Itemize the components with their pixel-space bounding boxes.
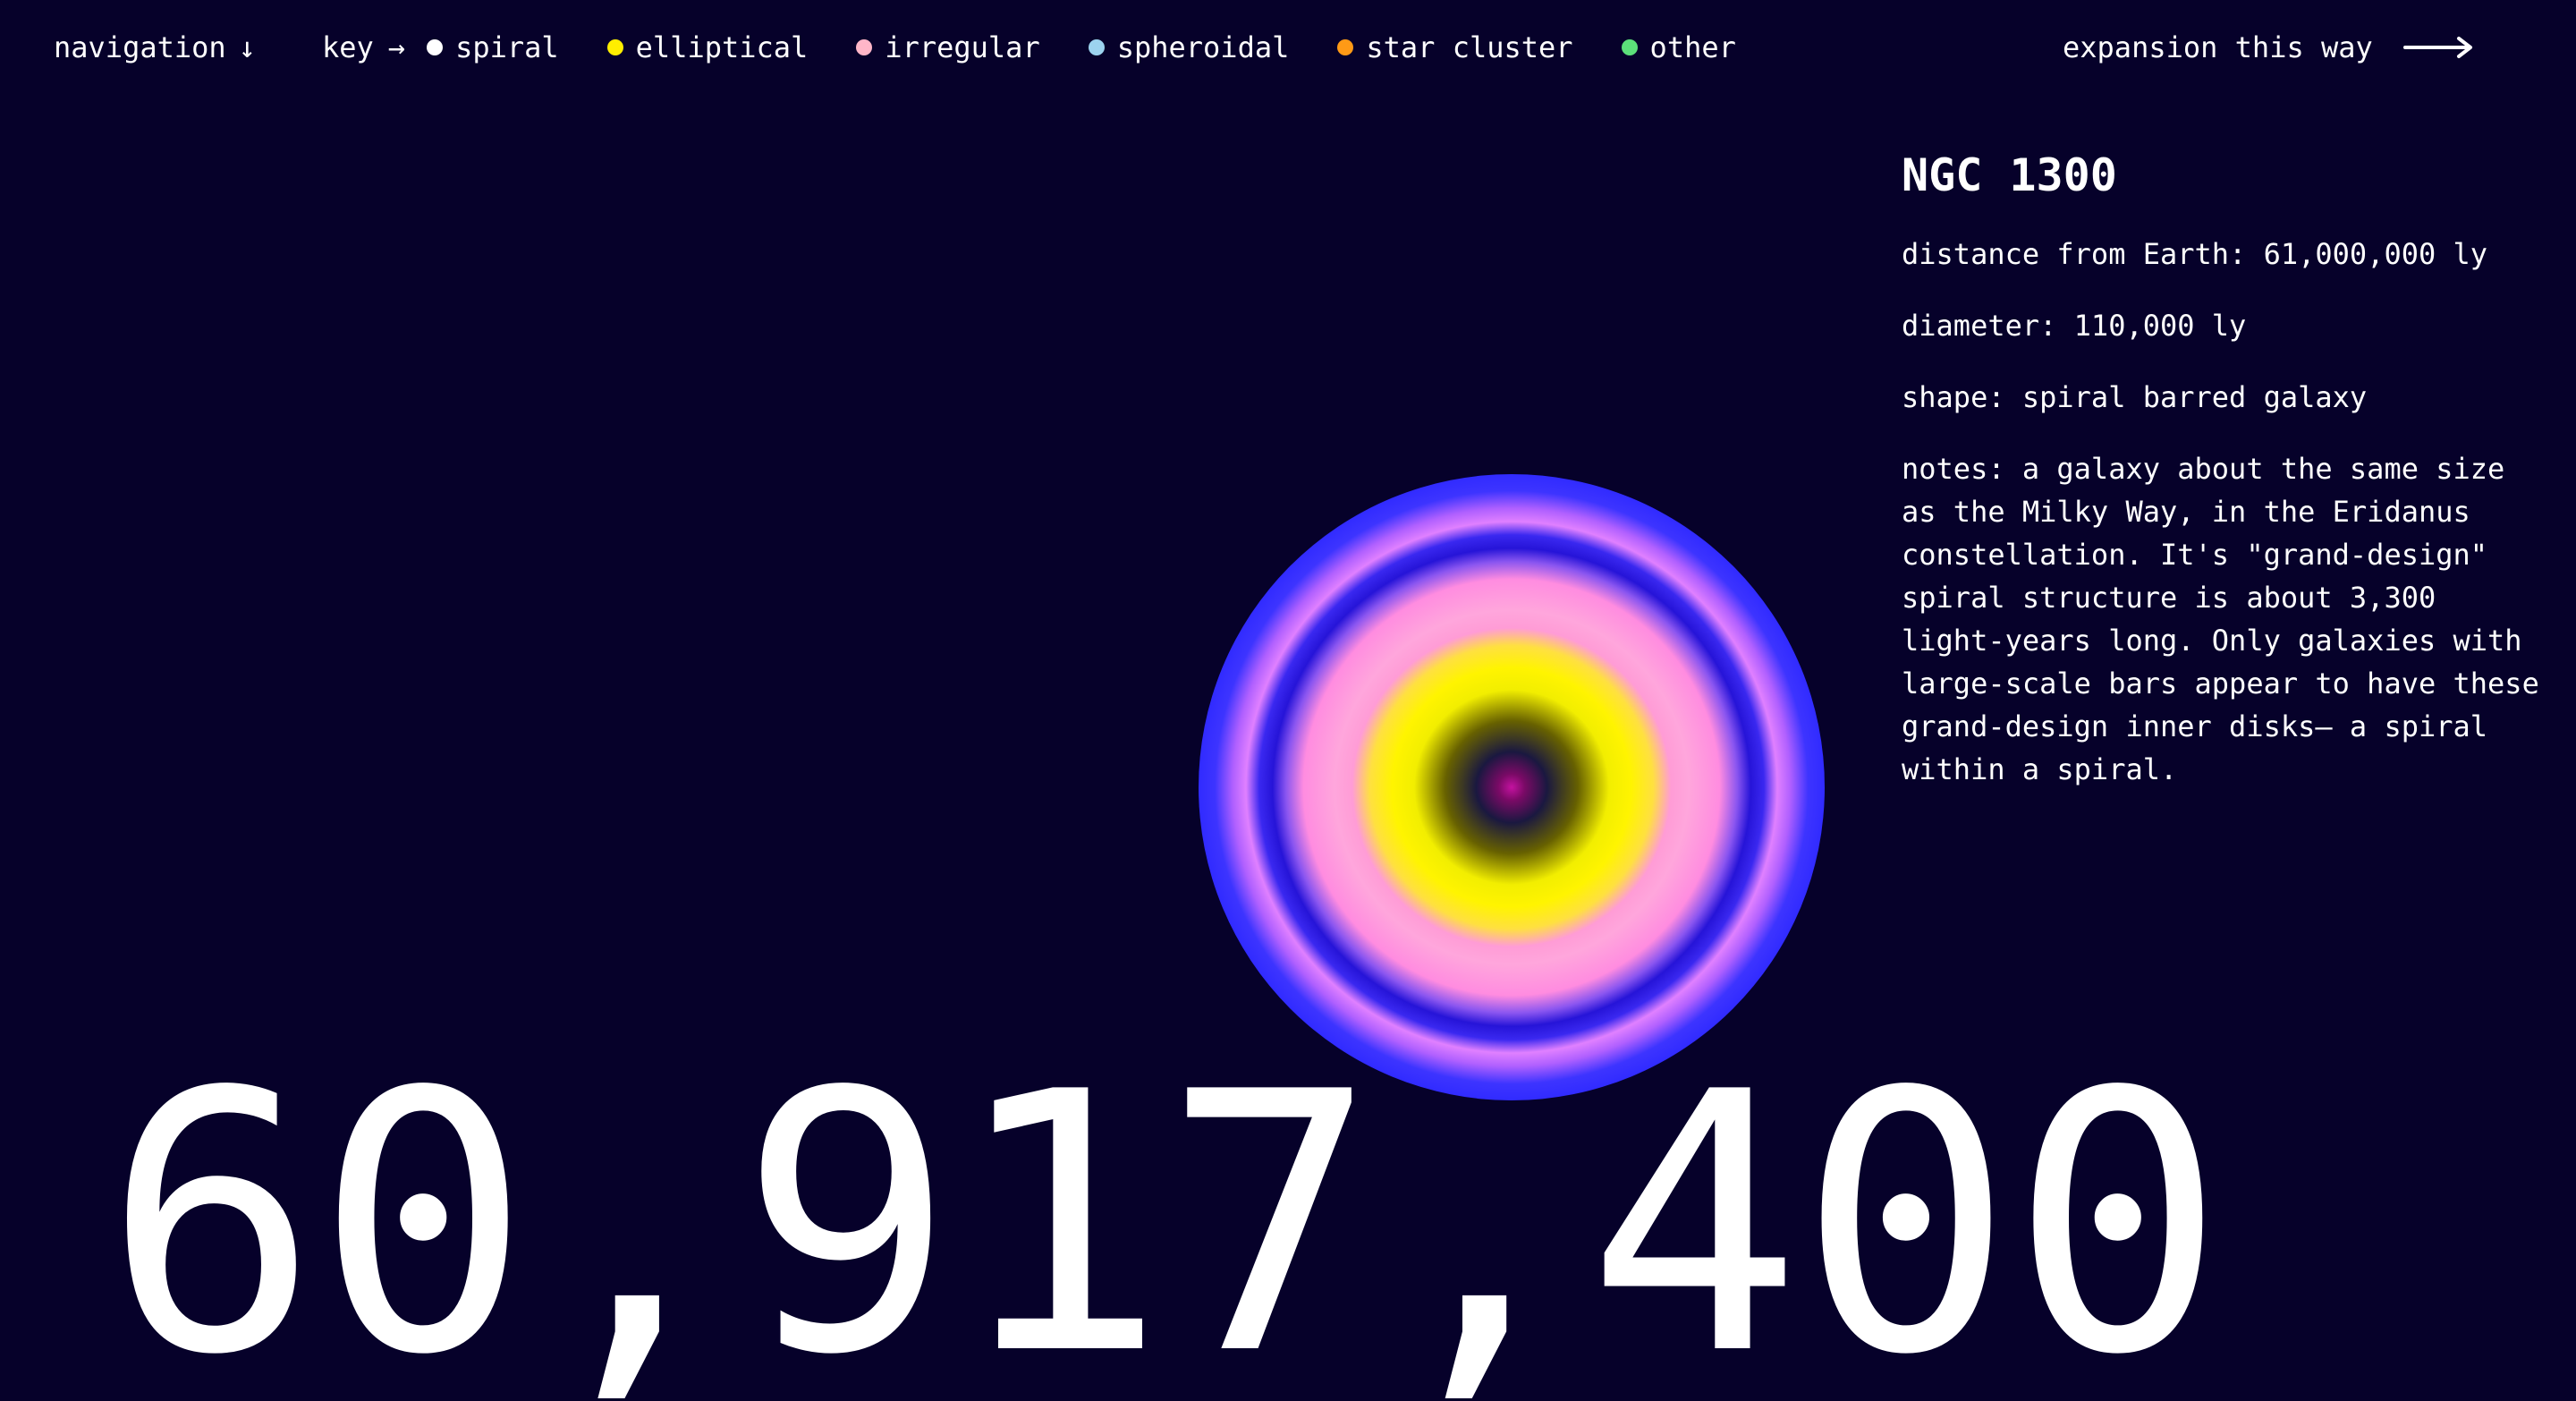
key-item-label: elliptical	[635, 30, 809, 64]
key-item-label: other	[1649, 30, 1736, 64]
navigation-label: navigation	[54, 30, 226, 64]
key-item-label: irregular	[885, 30, 1040, 64]
star-cluster-dot-icon	[1337, 39, 1354, 55]
key-legend: key → spiral elliptical irregular sphero…	[322, 27, 1784, 68]
distance-counter: 60,917,400	[104, 1017, 2225, 1401]
key-item-elliptical[interactable]: elliptical	[606, 27, 809, 68]
spheroidal-dot-icon	[1088, 39, 1105, 55]
galaxy-notes: notes: a galaxy about the same size as t…	[1902, 452, 2539, 786]
long-right-arrow-icon	[2402, 37, 2472, 58]
key-item-spheroidal[interactable]: spheroidal	[1088, 27, 1290, 68]
key-item-irregular[interactable]: irregular	[856, 27, 1040, 68]
key-item-spiral[interactable]: spiral	[427, 27, 559, 68]
key-item-star-cluster[interactable]: star cluster	[1337, 27, 1573, 68]
key-item-label: star cluster	[1366, 30, 1573, 64]
galaxy-visual[interactable]	[1199, 474, 1825, 1100]
spiral-dot-icon	[427, 39, 444, 55]
galaxy-diameter: diameter: 110,000 ly	[1902, 309, 2247, 343]
arrow-right-icon: →	[387, 30, 406, 64]
elliptical-dot-icon	[606, 39, 623, 55]
expansion-link[interactable]: expansion this way	[2063, 27, 2473, 68]
key-item-label: spiral	[455, 30, 559, 64]
other-dot-icon	[1621, 39, 1638, 55]
arrow-down-icon: ↓	[238, 30, 256, 64]
galaxy-distance: distance from Earth: 61,000,000 ly	[1902, 237, 2488, 271]
navigation-button[interactable]: navigation ↓	[54, 27, 256, 68]
expansion-label: expansion this way	[2063, 30, 2373, 64]
galaxy-info-panel: NGC 1300 distance from Earth: 61,000,000…	[1902, 145, 2546, 791]
irregular-dot-icon	[856, 39, 873, 55]
key-item-label: spheroidal	[1116, 30, 1290, 64]
galaxy-name: NGC 1300	[1902, 149, 2117, 201]
top-bar: navigation ↓ key → spiral elliptical irre…	[0, 0, 2576, 98]
key-label: key	[322, 30, 374, 64]
key-item-other[interactable]: other	[1621, 27, 1736, 68]
page: navigation ↓ key → spiral elliptical irre…	[0, 0, 2576, 1401]
galaxy-shape: shape: spiral barred galaxy	[1902, 380, 2368, 414]
